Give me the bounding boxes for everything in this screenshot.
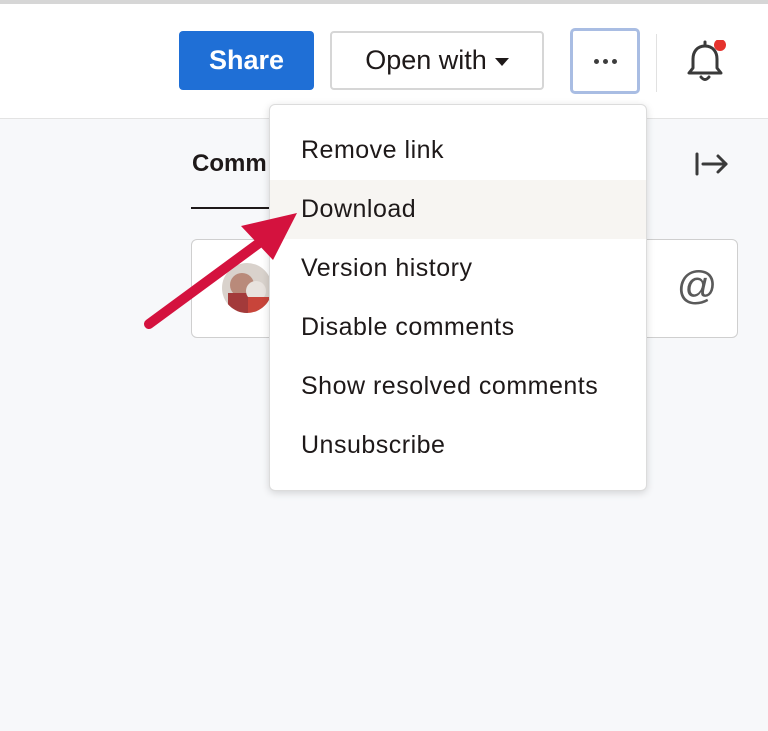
menu-item-disable-comments[interactable]: Disable comments <box>270 298 646 357</box>
menu-item-unsubscribe[interactable]: Unsubscribe <box>270 416 646 475</box>
avatar <box>222 263 272 313</box>
toolbar-divider <box>656 34 657 92</box>
mention-icon[interactable]: @ <box>674 263 720 309</box>
ellipsis-icon <box>593 58 617 64</box>
collapse-panel-icon[interactable] <box>692 148 732 180</box>
more-options-button[interactable] <box>570 28 640 94</box>
menu-item-download[interactable]: Download <box>270 180 646 239</box>
more-options-menu: Remove link Download Version history Dis… <box>269 104 647 491</box>
header-toolbar: Share Open with <box>0 4 768 119</box>
notification-dot <box>714 39 726 51</box>
menu-item-remove-link[interactable]: Remove link <box>270 121 646 180</box>
bell-icon <box>687 39 726 81</box>
menu-item-show-resolved-comments[interactable]: Show resolved comments <box>270 357 646 416</box>
tab-comments[interactable]: Comm <box>192 150 267 178</box>
chevron-down-icon <box>494 58 509 66</box>
notifications-button[interactable] <box>683 39 727 86</box>
menu-item-version-history[interactable]: Version history <box>270 239 646 298</box>
tab-active-indicator <box>191 207 271 209</box>
open-with-button[interactable]: Open with <box>330 31 544 90</box>
open-with-label: Open with <box>365 45 487 75</box>
share-button[interactable]: Share <box>179 31 314 90</box>
